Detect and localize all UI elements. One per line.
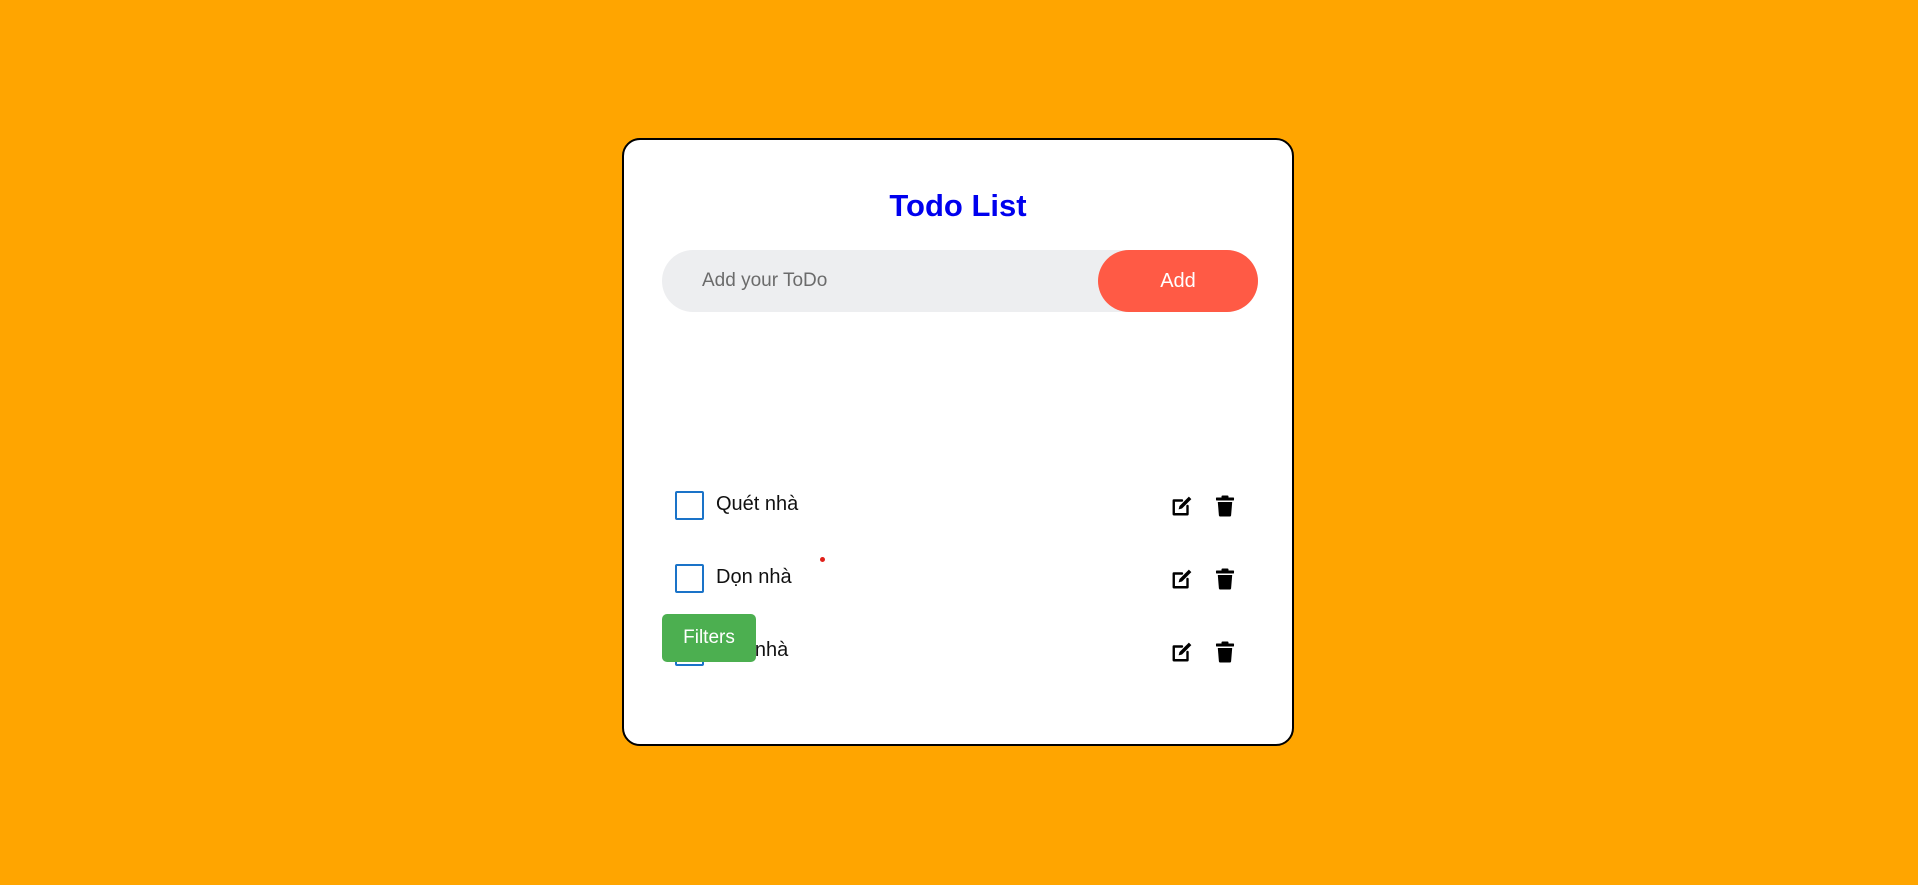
edit-icon[interactable] bbox=[1169, 566, 1195, 592]
edit-icon[interactable] bbox=[1169, 639, 1195, 665]
trash-icon[interactable] bbox=[1212, 566, 1238, 592]
todo-item: Quét nhà bbox=[662, 486, 1258, 526]
add-button[interactable]: Add bbox=[1098, 250, 1258, 312]
todo-input[interactable] bbox=[662, 250, 1098, 312]
todo-card: Todo List Add Quét nhà bbox=[622, 138, 1294, 746]
add-todo-form: Add bbox=[662, 250, 1258, 312]
edit-icon[interactable] bbox=[1169, 493, 1195, 519]
trash-icon[interactable] bbox=[1212, 493, 1238, 519]
trash-icon[interactable] bbox=[1212, 639, 1238, 665]
todo-checkbox[interactable] bbox=[675, 491, 704, 520]
todo-text: Dọn nhà bbox=[716, 566, 792, 588]
filters-button[interactable]: Filters bbox=[662, 614, 756, 662]
cursor-dot bbox=[820, 557, 825, 562]
todo-text: Quét nhà bbox=[716, 493, 799, 515]
todo-checkbox[interactable] bbox=[675, 564, 704, 593]
todo-item: Dọn nhà bbox=[662, 559, 1258, 599]
app-title: Todo List bbox=[889, 188, 1027, 223]
